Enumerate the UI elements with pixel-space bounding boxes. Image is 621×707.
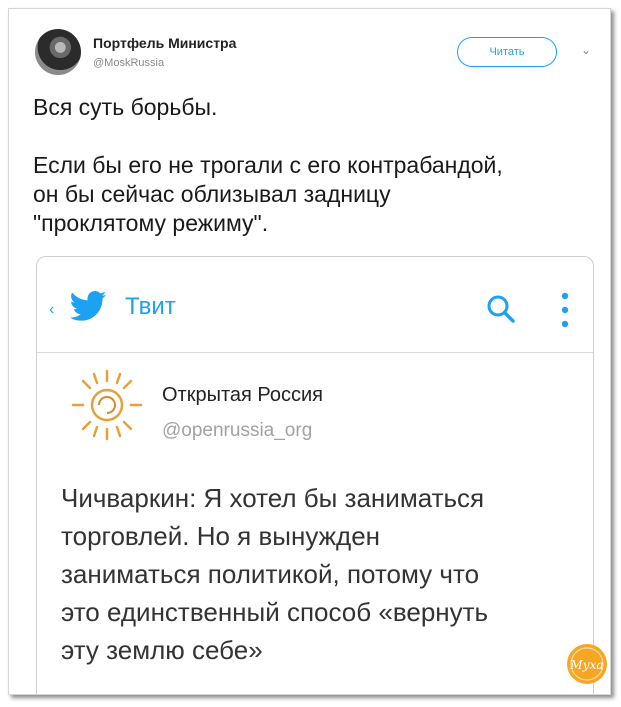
embedded-header: ‹ Твит <box>37 257 593 353</box>
embedded-screenshot: ‹ Твит Открытая Россия @openrussia_org Ч… <box>36 256 594 694</box>
tweet-text: Вся суть борьбы. Если бы его не трогали … <box>33 93 603 238</box>
embedded-text-line: это единственный способ «вернуть <box>61 597 489 627</box>
more-vertical-icon <box>561 292 569 328</box>
twitter-bird-icon <box>69 291 107 321</box>
embedded-text-line: Чичваркин: Я хотел бы заниматься <box>61 483 485 513</box>
tweet-text-line: Если бы его не трогали с его контрабандо… <box>33 152 503 178</box>
sun-logo <box>71 369 143 441</box>
tweet-text-gap <box>33 122 603 151</box>
search-icon <box>487 295 515 323</box>
follow-button[interactable]: Читать <box>457 37 557 67</box>
avatar[interactable] <box>35 29 81 75</box>
embedded-text-line: заниматься политикой, потому что <box>61 559 480 589</box>
author-name[interactable]: Портфель Министра <box>93 35 236 51</box>
embedded-tweet-text: Чичваркин: Я хотел бы заниматься торговл… <box>61 479 591 669</box>
tweet-text-line: Вся суть борьбы. <box>33 94 218 120</box>
embedded-text-line: эту землю себе» <box>61 635 263 665</box>
watermark-logo: Муха <box>567 644 607 684</box>
embedded-org-handle: @openrussia_org <box>162 420 313 441</box>
screenshot-frame: Портфель Министра @MoskRussia Читать ⌄ В… <box>8 8 611 695</box>
chevron-down-icon[interactable]: ⌄ <box>581 43 591 57</box>
embedded-org-name: Открытая Россия <box>162 384 323 406</box>
author-handle[interactable]: @MoskRussia <box>93 57 164 69</box>
svg-text:Муха: Муха <box>569 658 603 672</box>
back-arrow-icon: ‹ <box>49 301 55 318</box>
tweet-text-line: он бы сейчас облизывал задницу <box>33 181 391 207</box>
tweet-text-line: "проклятому режиму". <box>33 210 269 236</box>
embedded-header-title: Твит <box>125 293 176 320</box>
embedded-text-line: торговлей. Но я вынужден <box>61 521 381 551</box>
